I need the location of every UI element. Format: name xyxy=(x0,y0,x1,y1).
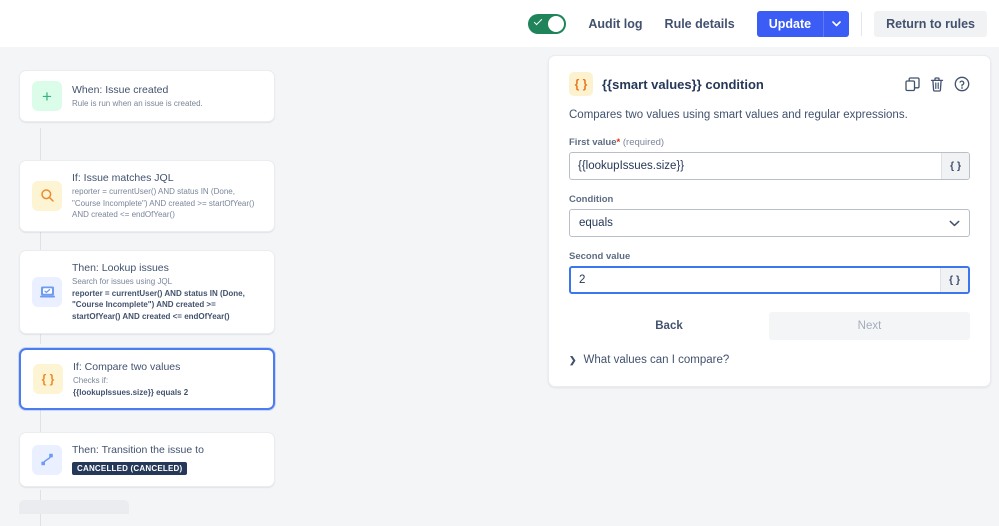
second-value-label: Second value xyxy=(569,251,631,263)
rule-card-if-compare-two-values[interactable]: { } If: Compare two values Checks if: {{… xyxy=(19,348,275,411)
next-button[interactable]: Next xyxy=(769,312,970,341)
toggle-knob xyxy=(548,15,565,32)
second-value-input[interactable] xyxy=(571,268,940,293)
screen-glyph xyxy=(39,286,55,298)
update-button[interactable]: Update xyxy=(756,10,824,37)
condition-label: Condition xyxy=(569,194,614,206)
rule-card-subtitle: Checks if: xyxy=(73,376,109,386)
rule-card-body: Then: Lookup issues Search for issues us… xyxy=(72,261,262,323)
lookup-screen-icon xyxy=(32,276,62,307)
help-icon[interactable] xyxy=(954,76,970,92)
check-icon xyxy=(534,16,543,25)
update-dropdown-button[interactable] xyxy=(823,10,850,37)
condition-select[interactable]: equals xyxy=(569,209,970,238)
rule-card-title: If: Compare two values xyxy=(73,361,181,373)
top-toolbar: Audit log Rule details Update Return to … xyxy=(0,0,999,47)
chevron-down-icon xyxy=(832,20,841,26)
rule-details-link[interactable]: Rule details xyxy=(665,17,735,31)
path-glyph xyxy=(40,453,53,466)
required-note: (required) xyxy=(622,137,665,149)
rule-card-expression: {{lookupIssues.size}} equals 2 xyxy=(73,387,189,397)
rule-card-body: If: Compare two values Checks if: {{look… xyxy=(73,360,261,398)
rule-card-body: Then: Transition the issue to CANCELLED … xyxy=(72,443,262,476)
rule-card-subtitle: reporter = currentUser() AND status IN (… xyxy=(72,187,255,220)
smart-value-picker-button[interactable]: { } xyxy=(940,268,968,293)
braces-icon: { } xyxy=(33,364,63,395)
rule-card-title: Then: Lookup issues xyxy=(72,262,169,274)
rule-chain-next-card-stub[interactable] xyxy=(19,500,129,514)
condition-selected-value: equals xyxy=(579,217,613,230)
status-badge: CANCELLED (CANCELED) xyxy=(72,462,188,476)
braces-icon: { } xyxy=(569,72,593,96)
rule-card-when-issue-created[interactable]: + When: Issue created Rule is run when a… xyxy=(19,70,275,122)
magnifier-icon xyxy=(32,180,62,211)
rule-card-title: Then: Transition the issue to xyxy=(72,444,204,456)
rule-card-title: When: Issue created xyxy=(72,83,169,96)
what-values-expander[interactable]: ❯ What values can I compare? xyxy=(569,354,970,366)
panel-title: {{smart values}} condition xyxy=(602,76,764,92)
return-to-rules-button[interactable]: Return to rules xyxy=(874,10,987,37)
rule-card-subtitle: Search for issues using JQL xyxy=(72,277,173,287)
connector-line xyxy=(40,128,41,160)
transition-path-icon xyxy=(32,444,62,475)
first-value-field-wrap: { } xyxy=(569,152,970,181)
toolbar-divider xyxy=(861,11,863,36)
chevron-right-icon: ❯ xyxy=(569,354,577,365)
magnifier-glyph xyxy=(40,189,54,203)
trash-icon[interactable] xyxy=(930,76,944,92)
plus-icon: + xyxy=(32,81,62,111)
rule-card-then-lookup-issues[interactable]: Then: Lookup issues Search for issues us… xyxy=(19,250,275,334)
condition-config-panel: { } {{smart values}} condition Compares … xyxy=(548,55,991,388)
required-asterisk: * xyxy=(616,137,621,149)
chevron-down-icon xyxy=(949,220,960,226)
panel-header: { } {{smart values}} condition xyxy=(569,72,970,96)
first-value-label: First value* (required) xyxy=(569,137,970,148)
audit-log-link[interactable]: Audit log xyxy=(588,17,642,31)
rule-card-if-issue-matches-jql[interactable]: If: Issue matches JQL reporter = current… xyxy=(19,160,275,232)
back-button[interactable]: Back xyxy=(569,312,769,340)
smart-value-picker-button[interactable]: { } xyxy=(941,153,969,180)
copy-icon[interactable] xyxy=(905,76,920,92)
panel-button-row: Back Next xyxy=(569,312,970,341)
rule-card-body: When: Issue created Rule is run when an … xyxy=(72,83,262,110)
panel-header-actions xyxy=(905,76,970,92)
first-value-input[interactable] xyxy=(570,153,941,180)
first-value-label-text: First value xyxy=(569,137,617,149)
rule-card-then-transition-issue[interactable]: Then: Transition the issue to CANCELLED … xyxy=(19,432,275,488)
expander-label: What values can I compare? xyxy=(583,354,730,367)
second-value-field-wrap: { } xyxy=(569,266,970,295)
rule-enabled-toggle[interactable] xyxy=(528,13,567,34)
rule-card-subtitle: Rule is run when an issue is created. xyxy=(72,98,203,108)
panel-description: Compares two values using smart values a… xyxy=(569,109,908,121)
rule-card-body: If: Issue matches JQL reporter = current… xyxy=(72,171,262,221)
rule-card-title: If: Issue matches JQL xyxy=(72,172,174,184)
rule-card-jql: reporter = currentUser() AND status IN (… xyxy=(72,288,245,321)
update-button-group: Update xyxy=(756,10,850,37)
